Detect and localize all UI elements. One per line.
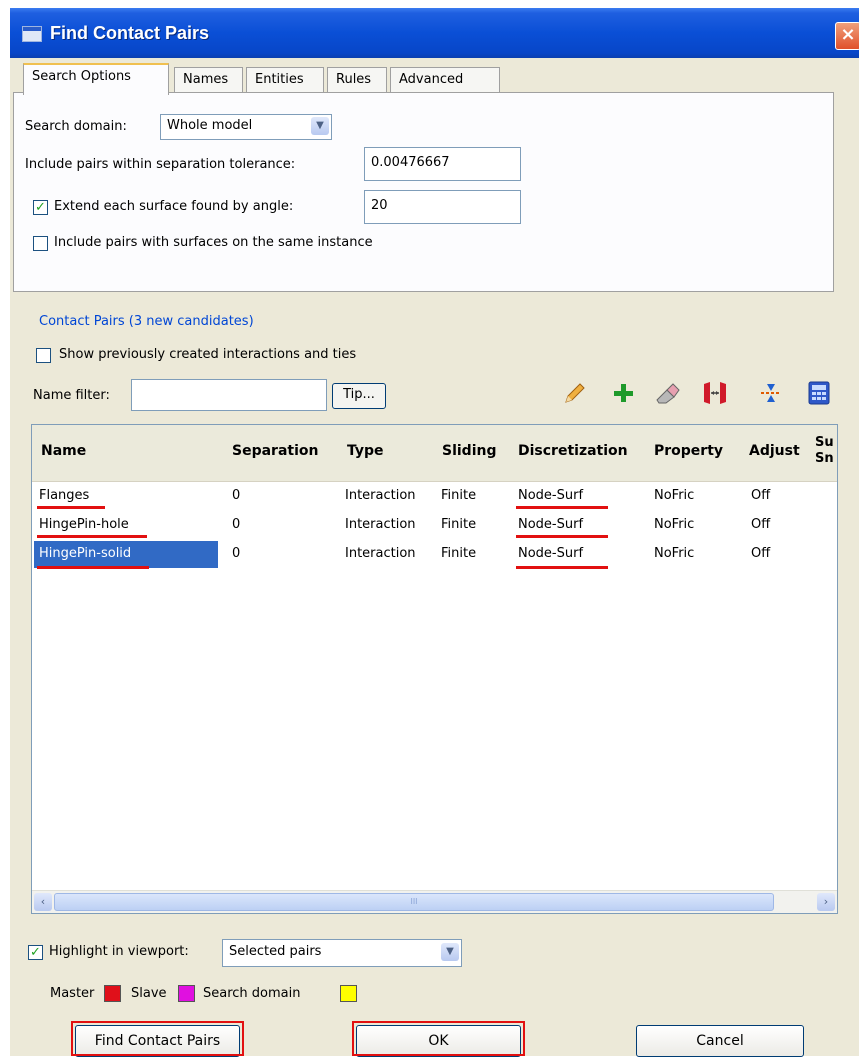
highlight-select-value: Selected pairs	[229, 944, 322, 959]
column-header-property[interactable]: Property	[654, 443, 723, 459]
cell-adjust[interactable]: Off	[751, 546, 770, 561]
highlight-select[interactable]: Selected pairs ▼	[222, 939, 462, 967]
adjust-icon[interactable]	[758, 380, 784, 406]
close-button[interactable]: ×	[835, 22, 859, 50]
search-domain-label: Search domain:	[25, 119, 127, 134]
edit-pencil-icon[interactable]	[562, 380, 588, 406]
tip-button[interactable]: Tip...	[332, 383, 386, 409]
highlight-checkbox[interactable]: ✓	[28, 945, 43, 960]
tab-names[interactable]: Names	[174, 67, 243, 93]
cell-name[interactable]: HingePin-hole	[39, 517, 129, 532]
name-filter-input[interactable]	[131, 379, 327, 411]
annotation-underline	[37, 535, 147, 538]
cell-name[interactable]: HingePin-solid	[39, 546, 131, 561]
cell-property[interactable]: NoFric	[654, 488, 694, 503]
table-row[interactable]: HingePin-hole 0 Interaction Finite Node-…	[32, 511, 837, 540]
show-previous-label: Show previously created interactions and…	[59, 347, 357, 362]
tab-advanced[interactable]: Advanced	[390, 67, 500, 93]
contact-pairs-section-label: Contact Pairs (3 new candidates)	[39, 314, 254, 329]
cell-adjust[interactable]: Off	[751, 488, 770, 503]
tolerance-label: Include pairs within separation toleranc…	[25, 157, 296, 172]
same-instance-checkbox[interactable]	[33, 236, 48, 251]
table-header: Name Separation Type Sliding Discretizat…	[32, 425, 837, 482]
name-filter-label: Name filter:	[33, 388, 110, 403]
title-bar[interactable]: Find Contact Pairs ×	[10, 8, 859, 58]
annotation-underline	[37, 506, 105, 509]
swap-surfaces-icon[interactable]	[702, 380, 728, 406]
column-header-separation[interactable]: Separation	[232, 443, 318, 459]
scroll-right-icon[interactable]: ›	[817, 893, 835, 911]
annotation-underline	[516, 535, 608, 538]
annotation-box-find	[71, 1021, 244, 1056]
column-header-adjust[interactable]: Adjust	[749, 443, 800, 459]
column-header-type[interactable]: Type	[347, 443, 384, 459]
annotation-underline	[516, 566, 608, 569]
legend-master-label: Master	[50, 986, 95, 1001]
cell-type[interactable]: Interaction	[345, 546, 416, 561]
horizontal-scrollbar[interactable]: ‹ III ›	[32, 890, 837, 913]
column-header-overflow-1[interactable]: Su	[815, 435, 834, 450]
chevron-down-icon[interactable]: ▼	[441, 943, 459, 961]
tolerance-input[interactable]: 0.00476667	[364, 147, 521, 181]
show-previous-checkbox[interactable]	[36, 348, 51, 363]
chevron-down-icon[interactable]: ▼	[311, 117, 329, 135]
legend-slave-label: Slave	[131, 986, 167, 1001]
annotation-box-ok	[352, 1021, 525, 1056]
search-domain-value: Whole model	[167, 118, 253, 133]
cell-discretization[interactable]: Node-Surf	[518, 546, 583, 561]
contact-pairs-table: Name Separation Type Sliding Discretizat…	[31, 424, 838, 914]
cell-separation[interactable]: 0	[232, 546, 240, 561]
window-icon	[22, 26, 42, 42]
master-color-swatch[interactable]	[104, 985, 121, 1002]
window-title: Find Contact Pairs	[50, 23, 210, 43]
same-instance-label: Include pairs with surfaces on the same …	[54, 235, 373, 250]
extend-angle-input[interactable]: 20	[364, 190, 521, 224]
tab-search-options[interactable]: Search Options	[23, 63, 169, 95]
cell-adjust[interactable]: Off	[751, 517, 770, 532]
cell-discretization[interactable]: Node-Surf	[518, 488, 583, 503]
table-row-selected[interactable]: HingePin-solid 0 Interaction Finite Node…	[32, 540, 837, 569]
search-domain-select[interactable]: Whole model ▼	[160, 114, 332, 140]
cancel-button[interactable]: Cancel	[636, 1025, 804, 1057]
column-header-discretization[interactable]: Discretization	[518, 443, 628, 459]
legend-search-domain-label: Search domain	[203, 986, 301, 1001]
scroll-left-icon[interactable]: ‹	[34, 893, 52, 911]
column-header-name[interactable]: Name	[41, 443, 86, 459]
annotation-underline	[516, 506, 608, 509]
cell-separation[interactable]: 0	[232, 488, 240, 503]
highlight-label: Highlight in viewport:	[49, 944, 189, 959]
annotation-underline	[37, 566, 149, 569]
tab-entities[interactable]: Entities	[246, 67, 324, 93]
cell-property[interactable]: NoFric	[654, 546, 694, 561]
slave-color-swatch[interactable]	[178, 985, 195, 1002]
cell-name[interactable]: Flanges	[39, 488, 89, 503]
extend-checkbox[interactable]: ✓	[33, 200, 48, 215]
extend-label: Extend each surface found by angle:	[54, 199, 294, 214]
cell-separation[interactable]: 0	[232, 517, 240, 532]
table-row[interactable]: Flanges 0 Interaction Finite Node-Surf N…	[32, 482, 837, 511]
column-header-sliding[interactable]: Sliding	[442, 443, 497, 459]
cell-property[interactable]: NoFric	[654, 517, 694, 532]
cell-discretization[interactable]: Node-Surf	[518, 517, 583, 532]
search-domain-color-swatch[interactable]	[340, 985, 357, 1002]
scroll-thumb[interactable]: III	[54, 893, 774, 911]
eraser-icon[interactable]	[654, 380, 680, 406]
column-header-overflow-2[interactable]: Sn	[815, 451, 834, 466]
calculator-icon[interactable]	[806, 380, 832, 406]
add-plus-icon[interactable]	[610, 380, 636, 406]
cell-sliding[interactable]: Finite	[441, 546, 476, 561]
cell-sliding[interactable]: Finite	[441, 517, 476, 532]
cell-sliding[interactable]: Finite	[441, 488, 476, 503]
tab-rules[interactable]: Rules	[327, 67, 387, 93]
cell-type[interactable]: Interaction	[345, 517, 416, 532]
cell-type[interactable]: Interaction	[345, 488, 416, 503]
